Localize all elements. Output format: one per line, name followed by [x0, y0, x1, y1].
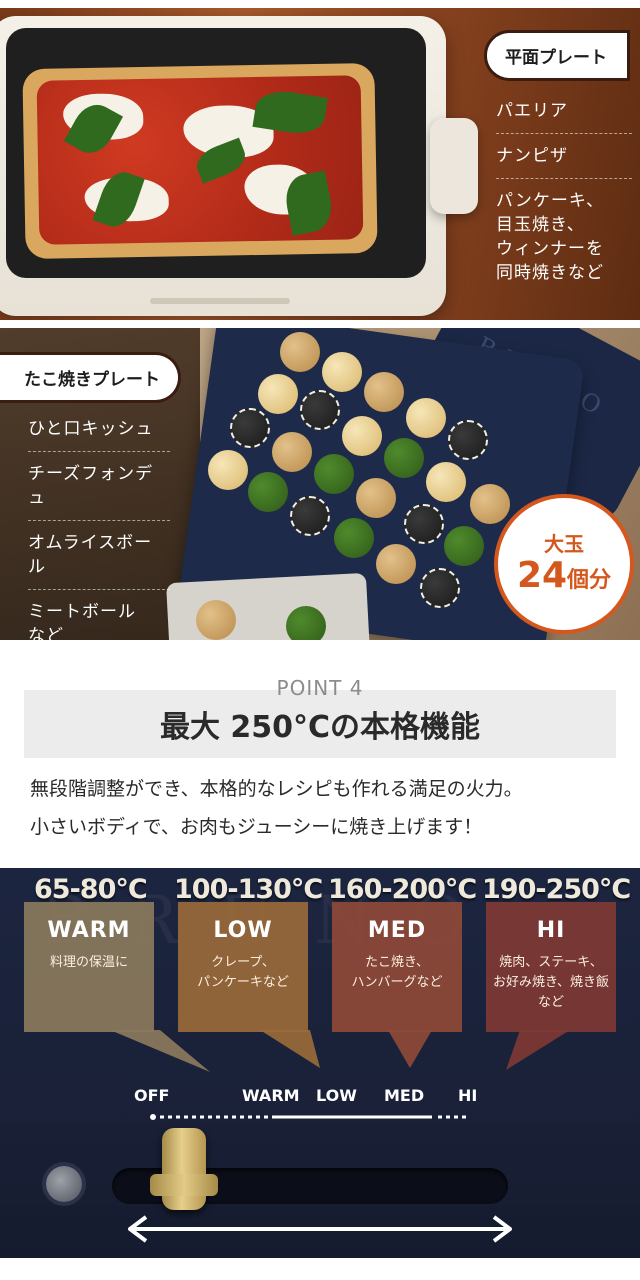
- level-name-med: MED: [367, 918, 427, 943]
- pizza-image: [22, 62, 378, 260]
- badge-count: 24: [516, 555, 568, 596]
- point-label: POINT 4: [276, 676, 364, 700]
- takoyaki-plate-title: たこ焼きプレート: [0, 352, 181, 403]
- temp-low: 100-130°C: [174, 874, 323, 905]
- warm-pointer: [110, 1030, 210, 1072]
- takoyaki-item-fondue: チーズフォンデュ: [28, 452, 170, 521]
- level-name-hi: HI: [536, 918, 566, 943]
- med-pointer: [388, 1030, 432, 1068]
- appliance-dial: [150, 298, 290, 304]
- low-pointer: [260, 1030, 320, 1068]
- dial-label-low: LOW: [316, 1086, 357, 1105]
- double-arrow-icon: [128, 1215, 512, 1243]
- takoyaki-item-omurice: オムライスボール: [28, 521, 170, 590]
- dial-label-med: MED: [384, 1086, 425, 1105]
- flat-plate-item-paella: パエリア: [496, 89, 632, 134]
- badge-unit: 個分: [567, 568, 612, 593]
- flat-plate-item-pancake: パンケーキ、 目玉焼き、 ウィンナーを 同時焼きなど: [496, 191, 605, 283]
- takoyaki-item-meatball: ミートボール など: [28, 602, 136, 646]
- dial-label-hi: HI: [458, 1086, 478, 1105]
- flat-plate-panel: 平面プレート パエリア ナンピザ パンケーキ、 目玉焼き、 ウィンナーを 同時焼…: [482, 30, 640, 295]
- flat-plate-item-naan-pizza: ナンピザ: [496, 134, 632, 179]
- takoyaki-item-quiche: ひと口キッシュ: [28, 407, 170, 452]
- dial-label-warm: WARM: [242, 1086, 300, 1105]
- level-desc-med: たこ焼き、 ハンバーグなど: [351, 955, 443, 990]
- point-title-box: 最大 250°Cの本格機能: [24, 690, 616, 758]
- temperature-slider-handle[interactable]: [150, 1128, 218, 1210]
- temp-warm: 65-80°C: [34, 874, 148, 905]
- appliance-handle: [430, 118, 478, 214]
- level-card-hi: HI 焼肉、ステーキ、 お好み焼き、焼き飯 など: [486, 902, 616, 1032]
- level-name-warm: WARM: [47, 918, 131, 943]
- flat-plate-title: 平面プレート: [484, 30, 630, 81]
- temp-hi: 190-250°C: [482, 874, 631, 905]
- level-name-low: LOW: [213, 918, 273, 943]
- temp-med: 160-200°C: [328, 874, 477, 905]
- description-line-1: 無段階調整ができ、本格的なレシピも作れる満足の火力。: [30, 778, 523, 800]
- takoyaki-plate-panel: たこ焼きプレート ひと口キッシュ チーズフォンデュ オムライスボール ミートボー…: [0, 352, 200, 658]
- level-card-med: MED たこ焼き、 ハンバーグなど: [332, 902, 462, 1032]
- dial-track: [150, 1114, 468, 1120]
- level-card-warm: WARM 料理の保温に: [24, 902, 154, 1032]
- point-description: 無段階調整ができ、本格的なレシピも作れる満足の火力。 小さいボディで、お肉もジュ…: [30, 770, 620, 846]
- level-desc-low: クレープ、 パンケーキなど: [197, 955, 289, 990]
- point-title: 最大 250°Cの本格機能: [159, 710, 481, 745]
- capacity-badge: 大玉 24個分: [494, 494, 634, 634]
- description-line-2: 小さいボディで、お肉もジューシーに焼き上げます！: [30, 816, 483, 838]
- level-desc-warm: 料理の保温に: [49, 955, 128, 970]
- hi-pointer: [506, 1030, 570, 1070]
- level-card-low: LOW クレープ、 パンケーキなど: [178, 902, 308, 1032]
- power-indicator-button[interactable]: [46, 1166, 82, 1202]
- badge-size-label: 大玉: [544, 532, 584, 556]
- dial-label-off: OFF: [134, 1086, 170, 1105]
- level-desc-hi: 焼肉、ステーキ、 お好み焼き、焼き飯 など: [492, 955, 610, 1010]
